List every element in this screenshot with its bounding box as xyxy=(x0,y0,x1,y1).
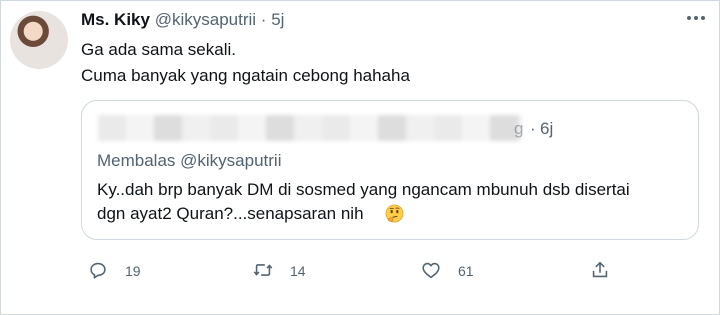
user-handle[interactable]: @kikysaputrii xyxy=(155,10,256,29)
tweet-text-line-1: Ga ada sama sekali. xyxy=(81,40,236,59)
tweet-text-line-2: Cuma banyak yang ngatain cebong hahaha xyxy=(81,66,410,85)
retweet-icon xyxy=(253,264,273,276)
reply-icon xyxy=(90,262,106,279)
quoted-handle-tail: g xyxy=(514,119,524,138)
quoted-tweet[interactable]: g · 6j Membalas @kikysaputrii Ky..dah br… xyxy=(81,100,699,240)
like-count: 61 xyxy=(458,263,474,279)
quoted-separator-dot: · xyxy=(530,119,536,138)
avatar[interactable] xyxy=(10,11,68,69)
quoted-text-line-2: dgn ayat2 Quran?...senapsaran nih xyxy=(97,204,364,223)
tweet-header: Ms. Kiky @kikysaputrii · 5j xyxy=(81,10,284,30)
replying-to-label: Membalas @kikysaputrii xyxy=(97,151,282,170)
separator-dot: · xyxy=(260,10,267,29)
more-options-icon[interactable] xyxy=(686,13,706,23)
display-name[interactable]: Ms. Kiky xyxy=(81,10,150,29)
tweet-timestamp[interactable]: 5j xyxy=(271,10,284,29)
quoted-timestamp: 6j xyxy=(540,119,554,138)
heart-icon xyxy=(422,262,440,279)
reply-count: 19 xyxy=(125,263,141,279)
quoted-text-line-1: Ky..dah brp banyak DM di sosmed yang nga… xyxy=(97,180,630,199)
thinking-face-icon xyxy=(385,204,404,223)
retweet-count: 14 xyxy=(290,263,306,279)
share-icon xyxy=(592,261,608,278)
blurred-quoted-author xyxy=(98,115,522,141)
